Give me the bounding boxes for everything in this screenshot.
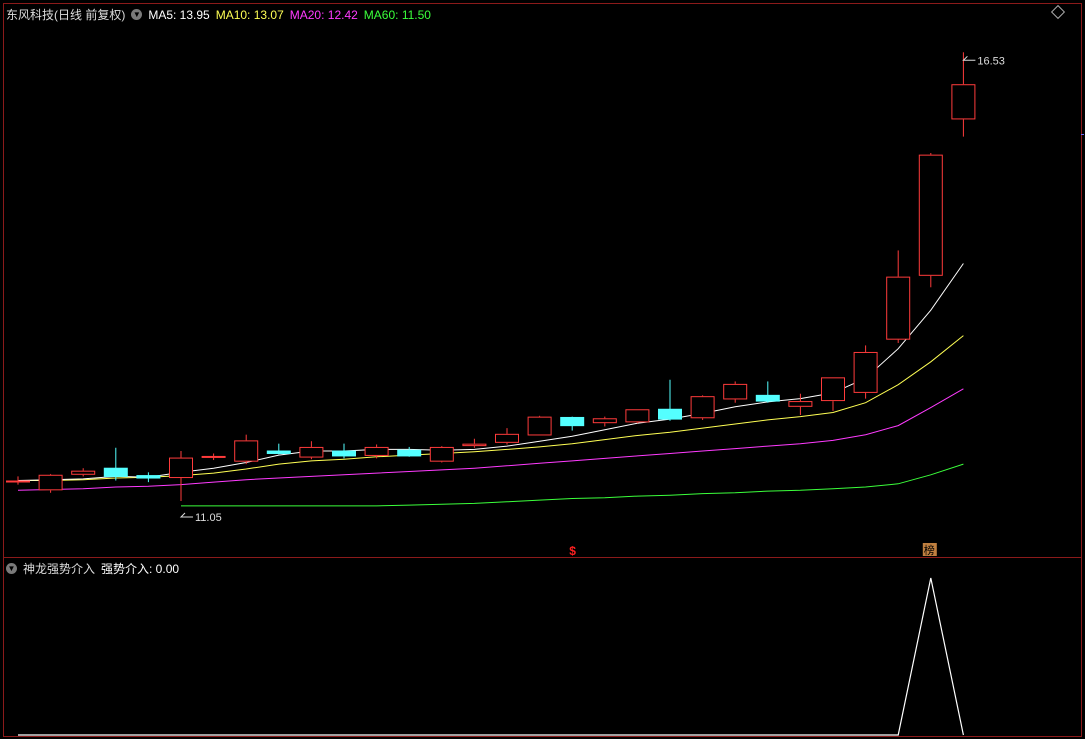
candle-body-up [364, 446, 389, 456]
candle-body-up [527, 416, 552, 436]
candle [723, 381, 748, 403]
candle-body-down [397, 449, 422, 457]
candle [918, 153, 943, 288]
candle [429, 446, 454, 463]
candle [821, 377, 845, 411]
low-arrow [179, 512, 193, 518]
candle-body-up [625, 409, 650, 423]
high-price-label: 16.53 [977, 55, 1005, 67]
candle-body-down [560, 416, 585, 427]
indicator-line [18, 577, 964, 736]
signal-s-marker: $ [569, 544, 576, 558]
candle-body-up [462, 443, 487, 447]
ma5-line [17, 263, 964, 481]
candle [690, 395, 715, 420]
candle [625, 409, 650, 424]
candle-body-up [592, 418, 617, 424]
candle-body-up [6, 480, 30, 483]
candle [136, 472, 161, 483]
candle-body-up [821, 377, 845, 402]
candle-body-up [723, 383, 748, 400]
candle [234, 434, 259, 465]
candle-body-up [951, 84, 976, 120]
candle-body-up [918, 154, 943, 276]
indicator-chart [18, 577, 964, 736]
candle [592, 416, 617, 427]
candle [658, 379, 682, 421]
candle-body-down [755, 394, 780, 402]
candle [495, 428, 519, 445]
candle-body-up [38, 474, 63, 491]
candle [299, 441, 324, 460]
low-price-label: 11.05 [195, 512, 222, 524]
candle [462, 438, 487, 448]
candle-body-down [136, 475, 161, 479]
candle-body-down [266, 450, 291, 454]
candle [755, 381, 780, 403]
candle-body-up [71, 470, 96, 475]
candle-body-up [299, 446, 324, 458]
candle [397, 446, 422, 457]
candle-body-up [690, 396, 715, 419]
candlesticks [6, 52, 976, 501]
candle [266, 443, 291, 455]
candle-body-up [886, 276, 911, 340]
ma60-line [181, 463, 964, 507]
candle-body-down [103, 467, 128, 477]
candle [560, 416, 585, 431]
candle-body-up [788, 401, 813, 407]
candle [853, 345, 878, 399]
list-badge-marker: 榜 [924, 543, 935, 557]
candle [38, 473, 63, 493]
candle [201, 453, 226, 461]
candle [71, 468, 96, 477]
candle [332, 443, 356, 459]
ma10-line [18, 335, 964, 481]
candle-body-up [169, 457, 193, 479]
candle [527, 415, 552, 436]
candle-body-down [658, 408, 682, 420]
annotations: 16.53 11.05 $ 榜 [179, 55, 1005, 558]
candle-body-up [234, 440, 259, 462]
kline-chart[interactable]: 16.53 11.05 $ 榜 [0, 0, 1085, 739]
candle [6, 476, 30, 485]
candle-body-up [201, 455, 226, 458]
candle-body-up [495, 433, 519, 443]
candle-body-up [853, 351, 878, 393]
candle [886, 250, 911, 343]
candle-body-up [429, 446, 454, 462]
candle [169, 451, 193, 501]
candle-body-down [332, 450, 356, 457]
candle [951, 52, 976, 137]
high-arrow [962, 55, 976, 61]
candle [103, 447, 128, 481]
